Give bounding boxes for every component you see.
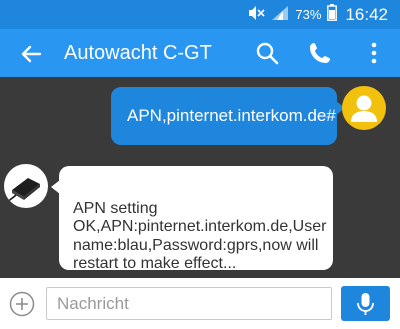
message-composer: Nachricht bbox=[0, 278, 400, 329]
gps-tracker-icon bbox=[7, 178, 40, 203]
message-input[interactable]: Nachricht bbox=[46, 287, 332, 320]
microphone-icon bbox=[357, 293, 374, 315]
message-input-placeholder: Nachricht bbox=[57, 294, 129, 313]
status-bar: 73% 16:42 bbox=[0, 0, 400, 29]
phone-icon[interactable] bbox=[306, 39, 334, 67]
app-toolbar: Autowacht C-GT bbox=[0, 29, 400, 77]
outgoing-message-text: APN,pinternet.interkom.de# bbox=[127, 106, 336, 125]
message-list[interactable]: APN,pinternet.interkom.de# APN setting O… bbox=[0, 77, 400, 278]
status-time: 16:42 bbox=[345, 4, 388, 24]
conversation-title: Autowacht C-GT bbox=[64, 42, 212, 64]
signal-icon bbox=[271, 5, 289, 25]
outgoing-message[interactable]: APN,pinternet.interkom.de# bbox=[111, 87, 345, 145]
person-icon bbox=[351, 95, 377, 122]
incoming-message[interactable]: APN setting OK,APN:pinternet.interkom.de… bbox=[51, 166, 333, 273]
user-avatar[interactable] bbox=[342, 86, 386, 130]
search-icon[interactable] bbox=[253, 39, 281, 67]
status-indicators: 73% 16:42 bbox=[247, 0, 388, 29]
back-arrow-icon[interactable] bbox=[16, 39, 46, 69]
incoming-message-text: APN setting OK,APN:pinternet.interkom.de… bbox=[73, 199, 327, 273]
battery-icon bbox=[327, 4, 338, 25]
battery-percent: 73% bbox=[295, 7, 322, 22]
contact-avatar[interactable] bbox=[4, 164, 48, 208]
overflow-menu-icon[interactable] bbox=[360, 39, 388, 67]
mute-icon bbox=[247, 5, 265, 25]
voice-input-button[interactable] bbox=[341, 286, 390, 321]
add-circle-icon[interactable] bbox=[8, 290, 36, 318]
